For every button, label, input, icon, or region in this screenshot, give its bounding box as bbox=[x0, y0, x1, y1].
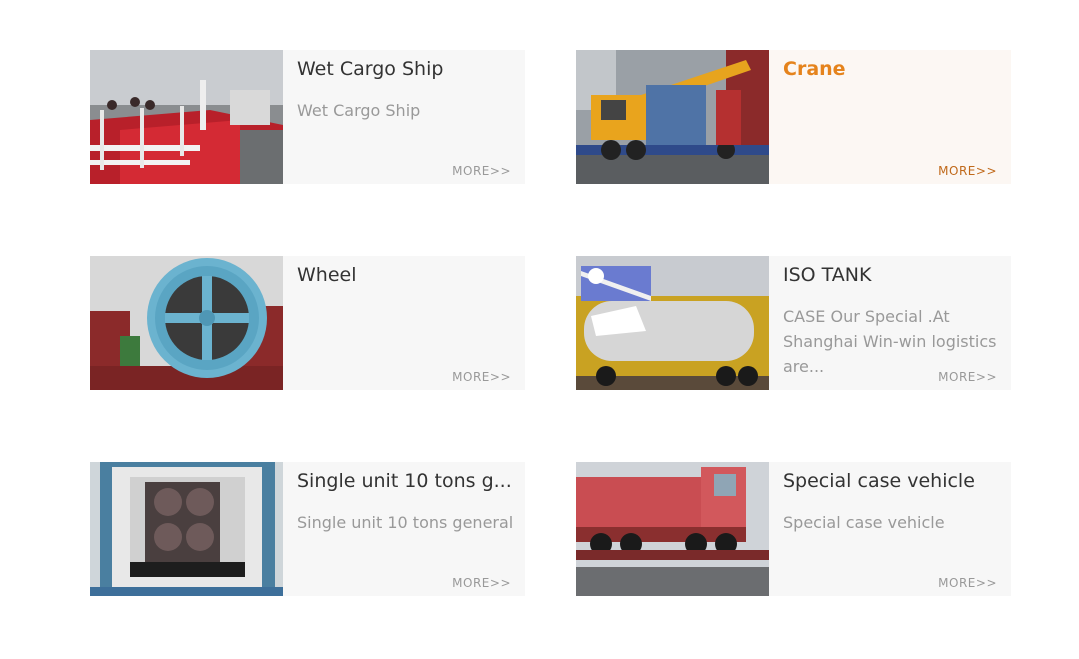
product-card-crane[interactable]: Crane MORE>> bbox=[576, 50, 1011, 184]
card-description: Special case vehicle bbox=[783, 513, 945, 532]
card-title[interactable]: Wet Cargo Ship bbox=[297, 56, 512, 82]
card-title[interactable]: ISO TANK bbox=[783, 262, 998, 288]
product-card-wheel[interactable]: Wheel MORE>> bbox=[90, 256, 525, 390]
product-card-iso-tank[interactable]: ISO TANK CASE Our Special .At Shanghai W… bbox=[576, 256, 1011, 390]
more-link[interactable]: MORE>> bbox=[452, 164, 511, 178]
iso-tank-photo[interactable] bbox=[576, 256, 769, 390]
card-title[interactable]: Wheel bbox=[297, 262, 512, 288]
container-cargo-photo[interactable] bbox=[90, 462, 283, 596]
card-description: Wet Cargo Ship bbox=[297, 101, 421, 120]
card-title[interactable]: Crane bbox=[783, 56, 998, 82]
product-card-special-case-vehicle[interactable]: Special case vehicle Special case vehicl… bbox=[576, 462, 1011, 596]
more-link[interactable]: MORE>> bbox=[938, 370, 997, 384]
product-card-wet-cargo-ship[interactable]: Wet Cargo Ship Wet Cargo Ship MORE>> bbox=[90, 50, 525, 184]
more-link[interactable]: MORE>> bbox=[452, 370, 511, 384]
more-link[interactable]: MORE>> bbox=[938, 164, 997, 178]
dump-truck-photo[interactable] bbox=[576, 462, 769, 596]
ship-deck-photo[interactable] bbox=[90, 50, 283, 184]
product-card-single-unit-10-tons[interactable]: Single unit 10 tons g... Single unit 10 … bbox=[90, 462, 525, 596]
more-link[interactable]: MORE>> bbox=[938, 576, 997, 590]
card-title[interactable]: Single unit 10 tons g... bbox=[297, 468, 512, 494]
card-description: Single unit 10 tons general bbox=[297, 513, 514, 532]
card-title[interactable]: Special case vehicle bbox=[783, 468, 998, 494]
cable-reel-photo[interactable] bbox=[90, 256, 283, 390]
more-link[interactable]: MORE>> bbox=[452, 576, 511, 590]
crane-truck-photo[interactable] bbox=[576, 50, 769, 184]
card-description: CASE Our Special .At Shanghai Win-win lo… bbox=[783, 307, 997, 376]
